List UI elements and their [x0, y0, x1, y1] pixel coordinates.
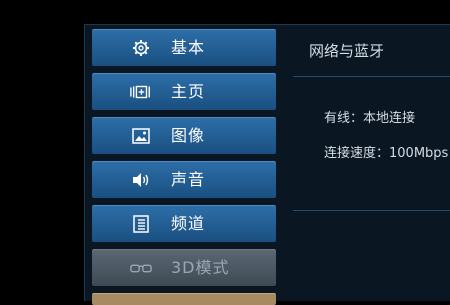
- connection-speed-row: 连接速度：100Mbps: [324, 142, 448, 161]
- channel-list-icon: [130, 215, 152, 233]
- menu-item-channel[interactable]: 频道: [92, 205, 276, 242]
- divider: [293, 76, 450, 77]
- menu-item-home[interactable]: 主页: [92, 73, 276, 110]
- menu-item-label: 声音: [171, 170, 206, 189]
- menu-item-sound[interactable]: 声音: [92, 161, 276, 198]
- 3d-glasses-icon: [130, 259, 152, 277]
- menu-item-basic[interactable]: 基本: [92, 29, 276, 66]
- menu-item-picture[interactable]: 图像: [92, 117, 276, 154]
- speaker-icon: [130, 171, 152, 189]
- menu-item-partial[interactable]: [92, 293, 276, 305]
- menu-item-label: 图像: [171, 126, 206, 145]
- wired-label: 有线：: [324, 111, 364, 126]
- menu-item-label: 频道: [171, 214, 206, 233]
- home-screen-icon: [130, 83, 152, 101]
- menu-item-3d-mode: 3D模式: [92, 249, 276, 286]
- settings-menu: 基本 主页 图像 声音 频道 3D模式: [92, 29, 276, 305]
- wired-value: 本地连接: [363, 111, 416, 126]
- gear-icon: [130, 39, 152, 57]
- picture-icon: [130, 127, 152, 145]
- divider: [293, 210, 450, 211]
- menu-item-label: 3D模式: [171, 258, 230, 277]
- section-title: 网络与蓝牙: [309, 42, 385, 60]
- wired-connection-row: 有线：本地连接: [324, 107, 415, 126]
- speed-label: 连接速度：: [324, 146, 390, 161]
- speed-value: 100Mbps: [389, 146, 449, 161]
- menu-item-label: 主页: [171, 82, 206, 101]
- content-pane: 网络与蓝牙 有线：本地连接 连接速度：100Mbps: [276, 24, 450, 300]
- menu-item-label: 基本: [171, 38, 206, 57]
